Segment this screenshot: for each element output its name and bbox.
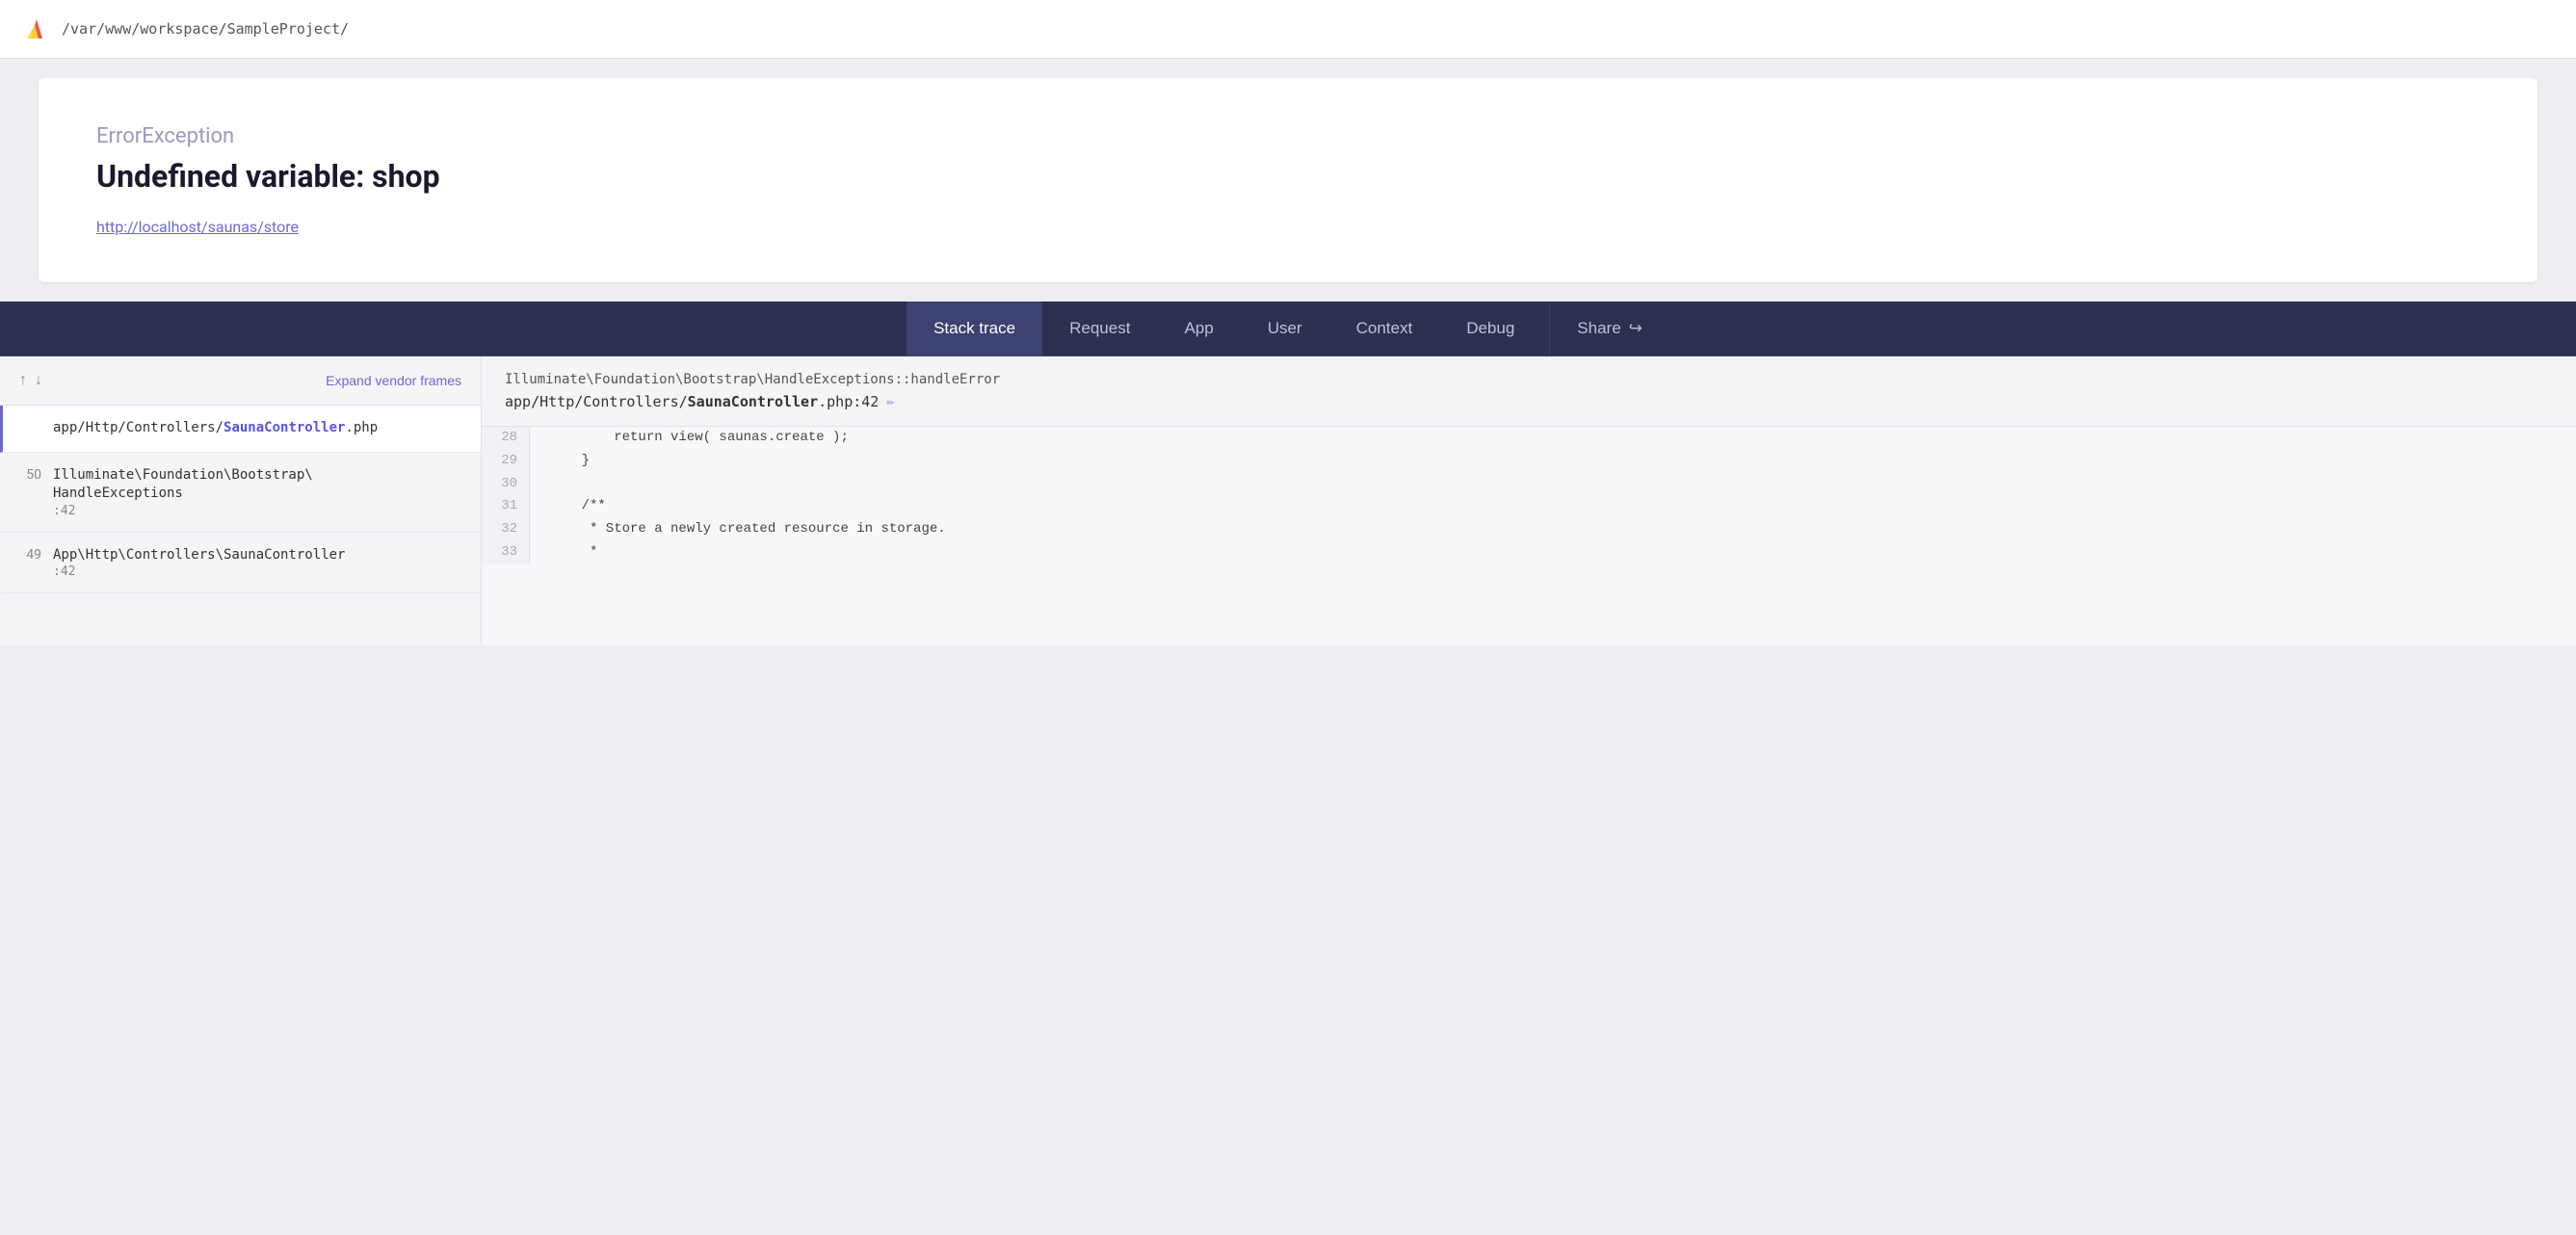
code-panel: Illuminate\Foundation\Bootstrap\HandleEx… — [482, 356, 2576, 645]
stack-frame-2[interactable]: 49 App\Http\Controllers\SaunaController … — [0, 533, 481, 594]
frame-number-0 — [18, 419, 53, 438]
tab-app[interactable]: App — [1157, 302, 1240, 355]
frame-number-2: 49 — [18, 546, 53, 580]
code-line-29: 29 } — [482, 450, 2576, 473]
line-content-33: * — [530, 541, 617, 565]
line-content-32: * Store a newly created resource in stor… — [530, 518, 965, 541]
tab-user[interactable]: User — [1241, 302, 1329, 355]
stack-panel: ↑ ↓ Expand vendor frames app/Http/Contro… — [0, 356, 482, 645]
tab-context[interactable]: Context — [1329, 302, 1440, 355]
frame-path-1: Illuminate\Foundation\Bootstrap\HandleEx… — [53, 466, 465, 504]
code-line-33: 33 * — [482, 541, 2576, 565]
line-number-33: 33 — [482, 541, 530, 565]
frame-number-1: 50 — [18, 466, 53, 518]
line-number-32: 32 — [482, 518, 530, 541]
browser-bar: /var/www/workspace/SampleProject/ — [0, 0, 2576, 59]
tabs-bar: Stack trace Request App User Context Deb… — [0, 302, 2576, 356]
line-number-28: 28 — [482, 427, 530, 450]
error-panel: ErrorException Undefined variable: shop … — [39, 78, 2537, 282]
frame-line-1: :42 — [53, 504, 465, 518]
error-url[interactable]: http://localhost/saunas/store — [96, 218, 299, 236]
stack-frame-1[interactable]: 50 Illuminate\Foundation\Bootstrap\Handl… — [0, 453, 481, 533]
frame-info-0: app/Http/Controllers/SaunaController.php — [53, 419, 465, 438]
code-line-32: 32 * Store a newly created resource in s… — [482, 518, 2576, 541]
code-block: 28 return view( saunas.create ); 29 } 30… — [482, 427, 2576, 565]
code-header: Illuminate\Foundation\Bootstrap\HandleEx… — [482, 356, 2576, 427]
code-file-prefix: app/Http/Controllers/SaunaController.php… — [505, 393, 879, 410]
tab-share[interactable]: Share ↪ — [1549, 302, 1669, 355]
code-line-31: 31 /** — [482, 495, 2576, 518]
share-icon: ↪ — [1629, 319, 1643, 338]
tab-stack-trace[interactable]: Stack trace — [907, 302, 1042, 355]
expand-vendor-button[interactable]: Expand vendor frames — [326, 373, 461, 388]
edit-icon[interactable]: ✏ — [886, 394, 894, 409]
frame-path-2: App\Http\Controllers\SaunaController — [53, 546, 465, 565]
app-logo — [23, 15, 50, 42]
frame-line-2: :42 — [53, 565, 465, 579]
code-line-30: 30 — [482, 473, 2576, 496]
code-header-class: Illuminate\Foundation\Bootstrap\HandleEx… — [505, 372, 2553, 387]
frame-path-0: app/Http/Controllers/SaunaController.php — [53, 419, 465, 438]
browser-path: /var/www/workspace/SampleProject/ — [62, 20, 349, 38]
error-type: ErrorException — [96, 124, 2480, 148]
line-number-29: 29 — [482, 450, 530, 473]
frame-info-1: Illuminate\Foundation\Bootstrap\HandleEx… — [53, 466, 465, 518]
arrow-controls: ↑ ↓ — [19, 372, 42, 389]
frame-highlight-0: SaunaController — [223, 420, 345, 435]
code-file-bold: SaunaController — [688, 393, 818, 410]
line-content-31: /** — [530, 495, 625, 518]
debug-panel: Stack trace Request App User Context Deb… — [0, 302, 2576, 645]
error-message: Undefined variable: shop — [96, 158, 2480, 195]
line-content-29: } — [530, 450, 609, 473]
code-header-file: app/Http/Controllers/SaunaController.php… — [505, 393, 2553, 410]
arrow-up-button[interactable]: ↑ — [19, 372, 27, 389]
line-number-31: 31 — [482, 495, 530, 518]
line-content-30 — [530, 473, 576, 496]
arrow-down-button[interactable]: ↓ — [35, 372, 42, 389]
line-number-30: 30 — [482, 473, 530, 496]
stack-frame-0[interactable]: app/Http/Controllers/SaunaController.php — [0, 406, 481, 453]
tab-request[interactable]: Request — [1042, 302, 1157, 355]
content-area: ↑ ↓ Expand vendor frames app/Http/Contro… — [0, 356, 2576, 645]
stack-controls: ↑ ↓ Expand vendor frames — [0, 356, 481, 406]
tab-debug[interactable]: Debug — [1439, 302, 1541, 355]
code-line-28: 28 return view( saunas.create ); — [482, 427, 2576, 450]
line-content-28: return view( saunas.create ); — [530, 427, 868, 450]
frame-info-2: App\Http\Controllers\SaunaController :42 — [53, 546, 465, 580]
